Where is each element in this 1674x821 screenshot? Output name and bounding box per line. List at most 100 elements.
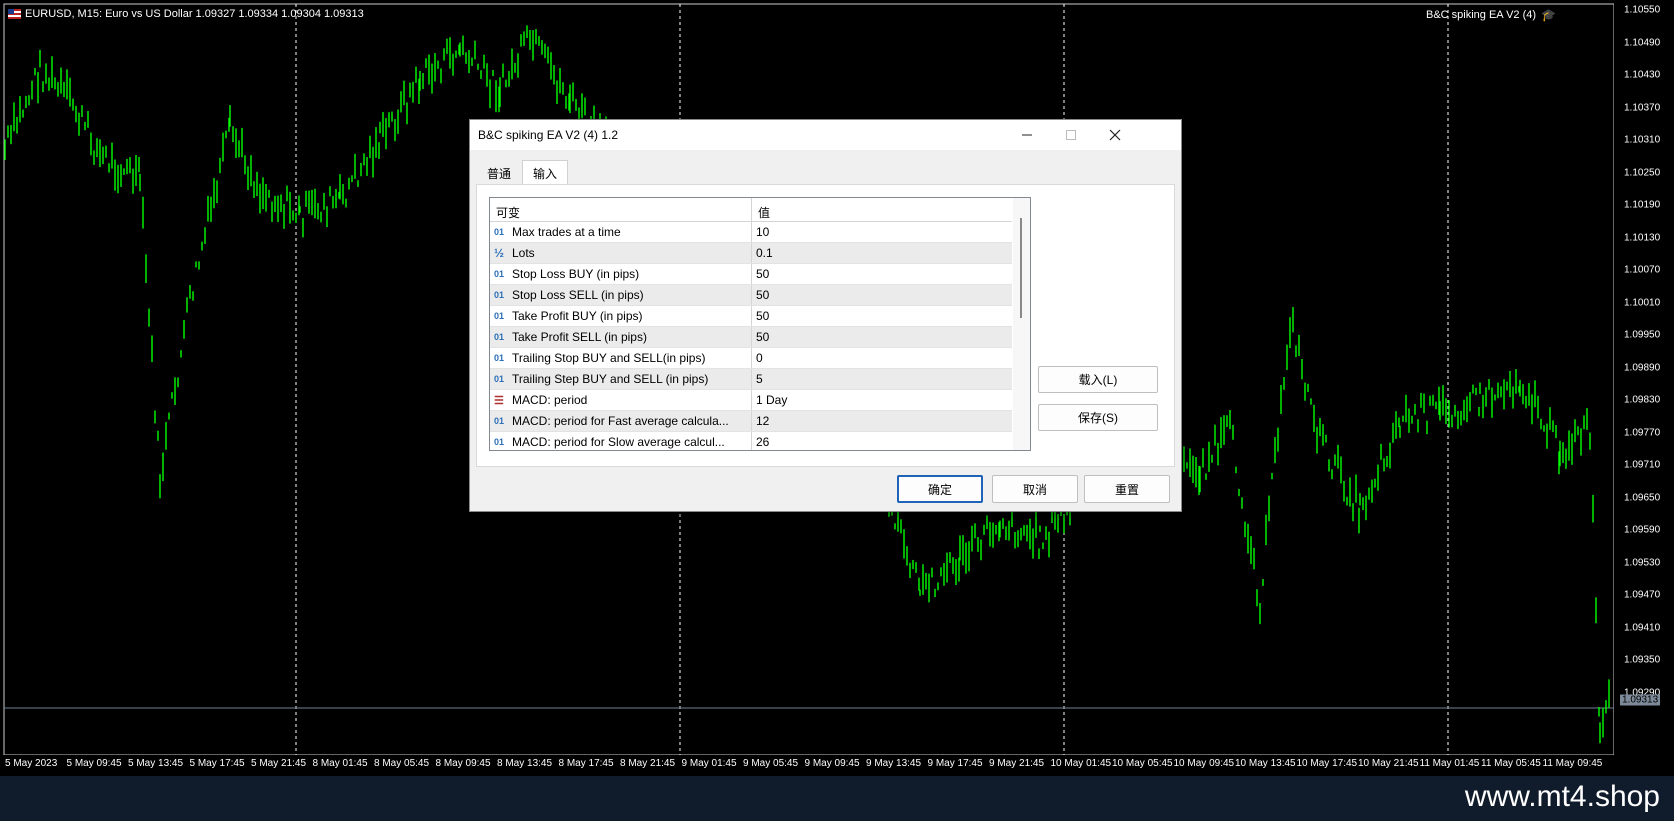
input-value-cell[interactable]: 1 Day [752,390,787,410]
input-variable-cell[interactable]: 01 Trailing Step BUY and SELL (in pips) [490,369,752,389]
ok-button[interactable]: 确定 [897,475,983,503]
input-row[interactable]: ½ Lots 0.1 [490,243,1012,264]
input-value-cell[interactable]: 12 [752,411,769,431]
input-value-cell[interactable]: 0.1 [752,243,773,263]
input-row[interactable]: 01 Take Profit SELL (in pips) 50 [490,327,1012,348]
input-row[interactable]: 01 Max trades at a time 10 [490,222,1012,243]
input-variable-cell[interactable]: 01 Max trades at a time [490,222,752,242]
column-header-variable[interactable]: 可变 [490,198,752,221]
price-tick-label: 1.09350 [1624,654,1661,666]
input-value-cell[interactable]: 50 [752,327,769,347]
input-value-cell[interactable]: 50 [752,285,769,305]
symbol-label: EURUSD, M15: Euro vs US Dollar 1.09327 1… [8,8,364,20]
ea-name: B&C spiking EA V2 (4) [1425,9,1537,21]
time-tick-label: 10 May 21:45 [1358,758,1419,769]
input-row[interactable]: ☰ MACD: period 1 Day [490,390,1012,411]
time-tick-label: 8 May 21:45 [620,758,676,769]
time-tick-label: 8 May 05:45 [374,758,430,769]
dialog-tabs: 普通 输入 [476,160,569,184]
input-variable-cell[interactable]: ☰ MACD: period [490,390,752,410]
price-tick-label: 1.10430 [1624,69,1661,81]
time-tick-label: 8 May 01:45 [312,758,368,769]
input-row[interactable]: 01 Stop Loss BUY (in pips) 50 [490,264,1012,285]
time-tick-label: 5 May 13:45 [128,758,184,769]
price-tick-label: 1.10550 [1624,4,1661,16]
input-row[interactable]: 01 Trailing Stop BUY and SELL(in pips) 0 [490,348,1012,369]
scrollbar-thumb[interactable] [1020,218,1022,318]
save-button[interactable]: 保存(S) [1038,404,1158,431]
time-tick-label: 5 May 2023 [5,758,58,769]
load-button[interactable]: 载入(L) [1038,366,1158,393]
price-tick-label: 1.09470 [1624,589,1661,601]
input-name: MACD: period for Slow average calcul... [512,435,725,449]
input-variable-cell[interactable]: 01 MACD: period for Fast average calcula.… [490,411,752,431]
time-tick-label: 11 May 09:45 [1542,758,1603,769]
enum-icon: ☰ [494,394,504,407]
maximize-icon [1066,130,1076,140]
integer-icon: 01 [494,269,505,279]
input-variable-cell[interactable]: 01 Stop Loss BUY (in pips) [490,264,752,284]
input-variable-cell[interactable]: 01 Take Profit SELL (in pips) [490,327,752,347]
input-row[interactable]: 01 MACD: period for Fast average calcula.… [490,411,1012,432]
input-name: Trailing Stop BUY and SELL(in pips) [512,351,706,365]
price-tick-label: 1.09410 [1624,622,1661,633]
price-tick-label: 1.09530 [1624,557,1661,568]
input-row[interactable]: 01 Take Profit BUY (in pips) 50 [490,306,1012,327]
close-button[interactable] [1093,120,1137,150]
price-tick-label: 1.09590 [1624,524,1661,536]
inputs-grid[interactable]: 可变 值 01 Max trades at a time 10 ½ Lots 0.1 01 S… [489,197,1031,451]
input-variable-cell[interactable]: 01 Stop Loss SELL (in pips) [490,285,752,305]
time-tick-label: 5 May 21:45 [251,758,307,769]
tab-common[interactable]: 普通 [476,160,522,184]
column-header-value[interactable]: 值 [752,198,770,221]
input-variable-cell[interactable]: 01 MACD: period for Slow average calcul..… [490,432,752,450]
reset-button[interactable]: 重置 [1084,475,1170,503]
us-flag-icon [8,9,21,19]
integer-icon: 01 [494,227,505,237]
input-value-cell[interactable]: 5 [752,369,763,389]
price-tick-label: 1.10490 [1624,37,1661,48]
input-value-cell[interactable]: 26 [752,432,769,450]
time-tick-label: 11 May 05:45 [1481,758,1541,769]
time-tick-label: 10 May 17:45 [1296,758,1358,769]
input-row[interactable]: 01 Trailing Step BUY and SELL (in pips) 5 [490,369,1012,390]
input-variable-cell[interactable]: 01 Trailing Stop BUY and SELL(in pips) [490,348,752,368]
input-rows: 01 Max trades at a time 10 ½ Lots 0.1 01 Stop L… [490,222,1012,450]
time-tick-label: 8 May 13:45 [497,758,553,769]
input-variable-cell[interactable]: ½ Lots [490,243,752,263]
time-tick-label: 9 May 21:45 [989,758,1045,769]
input-value-cell[interactable]: 0 [752,348,763,368]
minimize-icon [1022,134,1032,136]
price-tick-label: 1.10370 [1624,102,1661,113]
input-value-cell[interactable]: 50 [752,306,769,326]
graduation-cap-icon[interactable]: 🎓 [1541,8,1556,22]
ea-label[interactable]: B&C spiking EA V2 (4) 🎓 [1426,8,1556,22]
time-tick-label: 8 May 09:45 [435,758,491,769]
input-name: Stop Loss BUY (in pips) [512,267,640,281]
tab-inputs[interactable]: 输入 [522,160,569,184]
input-row[interactable]: 01 MACD: period for Slow average calcul..… [490,432,1012,450]
integer-icon: 01 [494,311,505,321]
price-tick-label: 1.10010 [1624,297,1661,308]
price-axis[interactable]: 1.10550 1.10490 1.10430 1.10370 1.10310 1.102… [1614,0,1674,755]
price-tick-label: 1.10070 [1624,264,1661,276]
inputs-panel: 可变 值 01 Max trades at a time 10 ½ Lots 0.1 01 S… [476,184,1175,467]
input-name: Lots [512,246,535,260]
price-tick-label: 1.10190 [1624,199,1661,211]
footer-bar: www.mt4.shop [0,776,1674,821]
time-tick-label: 8 May 17:45 [558,758,614,769]
grid-header: 可变 值 [490,198,1012,222]
dialog-titlebar[interactable]: B&C spiking EA V2 (4) 1.2 [470,120,1181,150]
input-name: Take Profit BUY (in pips) [512,309,643,323]
minimize-button[interactable] [1005,120,1049,150]
input-variable-cell[interactable]: 01 Take Profit BUY (in pips) [490,306,752,326]
input-row[interactable]: 01 Stop Loss SELL (in pips) 50 [490,285,1012,306]
time-axis[interactable]: 5 May 2023 5 May 09:45 5 May 13:45 5 May 17… [0,755,1614,775]
ea-properties-dialog[interactable]: B&C spiking EA V2 (4) 1.2 普通 输入 可变 值 01 M… [469,119,1182,512]
integer-icon: 01 [494,416,505,426]
input-value-cell[interactable]: 10 [752,222,769,242]
price-tick-label: 1.09710 [1624,459,1661,471]
cancel-button[interactable]: 取消 [992,475,1078,503]
input-value-cell[interactable]: 50 [752,264,769,284]
grid-scrollbar[interactable] [1013,198,1030,450]
